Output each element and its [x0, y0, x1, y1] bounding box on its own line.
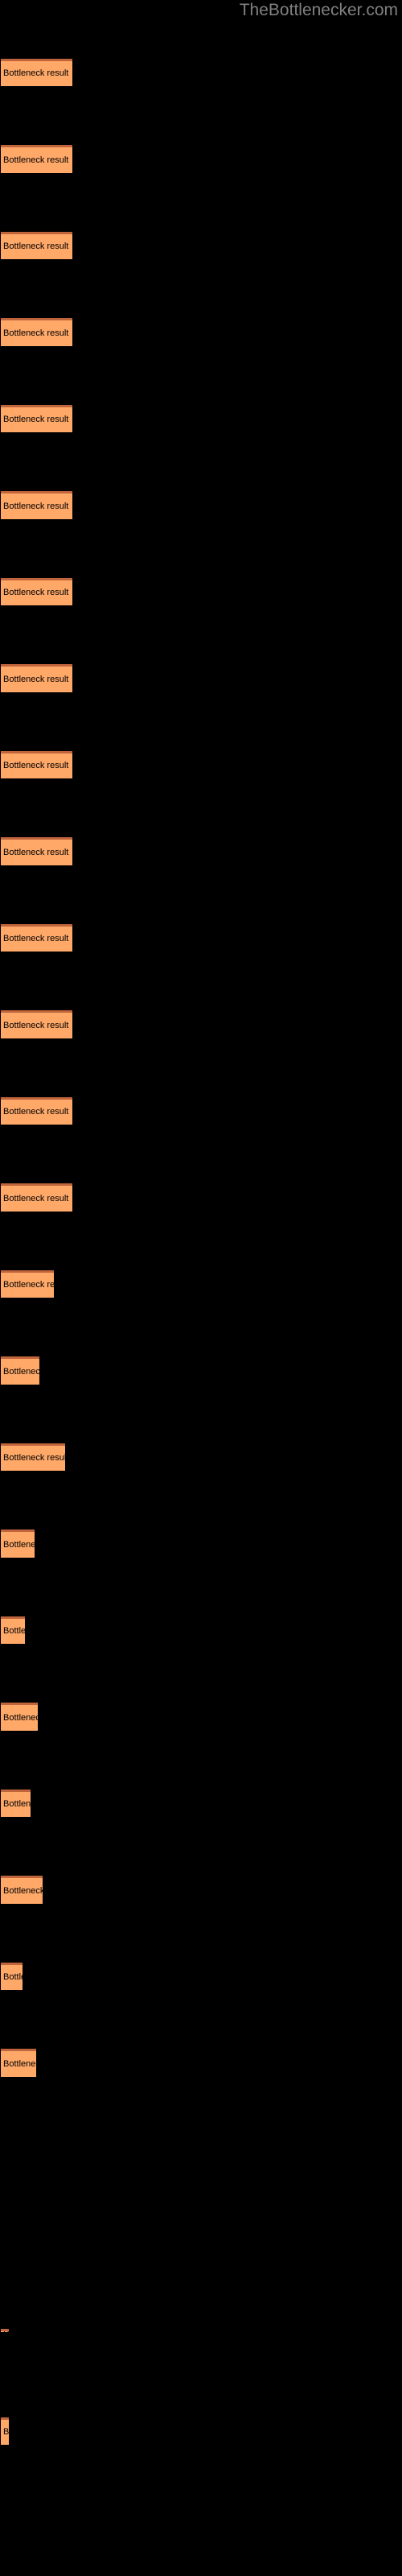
bottleneck-result-bar[interactable]: Bottleneck result: [1, 664, 72, 692]
bottleneck-result-bar[interactable]: Bottleneck result: [1, 750, 72, 779]
bar-label: Bottleneck result: [3, 674, 69, 684]
bottleneck-result-bar[interactable]: Bottleneck result: [1, 1269, 54, 1298]
bar-label: Bottleneck result: [3, 1366, 39, 1377]
bottleneck-result-bar[interactable]: Bottleneck result: [1, 404, 72, 433]
bottleneck-result-bar[interactable]: Bottleneck result: [1, 577, 72, 606]
bar-label: Bottleneck result: [3, 2058, 36, 2069]
bottleneck-result-bar[interactable]: Bottleneck result: [1, 1876, 43, 1904]
bottleneck-result-bar[interactable]: Bottleneck result: [1, 1443, 65, 1472]
bottleneck-result-bar[interactable]: Bottleneck result: [1, 1703, 38, 1731]
bottleneck-bar-chart: Bottleneck result Bottleneck result Bottle…: [0, 0, 402, 2576]
bar-label: Bottleneck result: [3, 1799, 31, 1810]
bar-label: Bottleneck result: [3, 242, 69, 252]
bar-label: Bottleneck result: [3, 2331, 9, 2332]
bar-label: Bottleneck result: [3, 1020, 69, 1030]
bar-label: Bottleneck result: [3, 1712, 38, 1723]
bar-label: Bottleneck result: [3, 761, 69, 771]
bottleneck-result-bar[interactable]: Bottleneck result: [1, 1356, 39, 1385]
bottleneck-result-bar[interactable]: Bottleneck result: [1, 1183, 72, 1212]
bar-label: Bottleneck result: [3, 847, 69, 857]
bottleneck-result-bar[interactable]: Bottleneck result: [1, 2417, 9, 2446]
bar-label: Bottleneck result: [3, 328, 69, 338]
bar-label: Bottleneck result: [3, 155, 69, 165]
bottleneck-result-bar[interactable]: Bottleneck result: [1, 2049, 36, 2077]
bottleneck-result-bar[interactable]: Bottleneck result: [1, 1789, 31, 1818]
bottleneck-result-bar[interactable]: Bottleneck result: [1, 1616, 25, 1645]
bottleneck-result-bar[interactable]: Bottleneck result: [1, 1096, 72, 1125]
bottleneck-result-bar[interactable]: Bottleneck result: [1, 1010, 72, 1038]
bar-label: Bottleneck result: [3, 1626, 25, 1637]
bottleneck-result-bar[interactable]: Bottleneck result: [1, 837, 72, 865]
bar-label: Bottleneck result: [3, 934, 69, 944]
bottleneck-result-bar[interactable]: Bottleneck result: [1, 1962, 23, 1991]
bar-label: Bottleneck result: [3, 1972, 23, 1983]
bar-label: Bottleneck result: [3, 588, 69, 598]
bar-label: Bottleneck result: [3, 1539, 35, 1550]
bottleneck-result-bar[interactable]: Bottleneck result: [1, 145, 72, 173]
bar-label: Bottleneck result: [3, 1885, 43, 1896]
bottleneck-result-bar[interactable]: Bottleneck result: [1, 231, 72, 260]
bar-label: Bottleneck result: [3, 2427, 9, 2438]
bar-label: Bottleneck result: [3, 1280, 54, 1290]
bottleneck-result-bar[interactable]: Bottleneck result: [1, 58, 72, 87]
bar-label: Bottleneck result: [3, 501, 69, 511]
bottleneck-result-bar[interactable]: Bottleneck result: [1, 491, 72, 519]
bar-label: Bottleneck result: [3, 1193, 69, 1203]
bottleneck-result-bar[interactable]: Bottleneck result: [1, 2328, 9, 2332]
bar-label: Bottleneck result: [3, 68, 69, 79]
bar-label: Bottleneck result: [3, 1107, 69, 1117]
bar-label: Bottleneck result: [3, 1453, 65, 1463]
bottleneck-result-bar[interactable]: Bottleneck result: [1, 318, 72, 346]
bottleneck-result-bar[interactable]: Bottleneck result: [1, 1530, 35, 1558]
bar-label: Bottleneck result: [3, 415, 69, 425]
bottleneck-result-bar[interactable]: Bottleneck result: [1, 923, 72, 952]
